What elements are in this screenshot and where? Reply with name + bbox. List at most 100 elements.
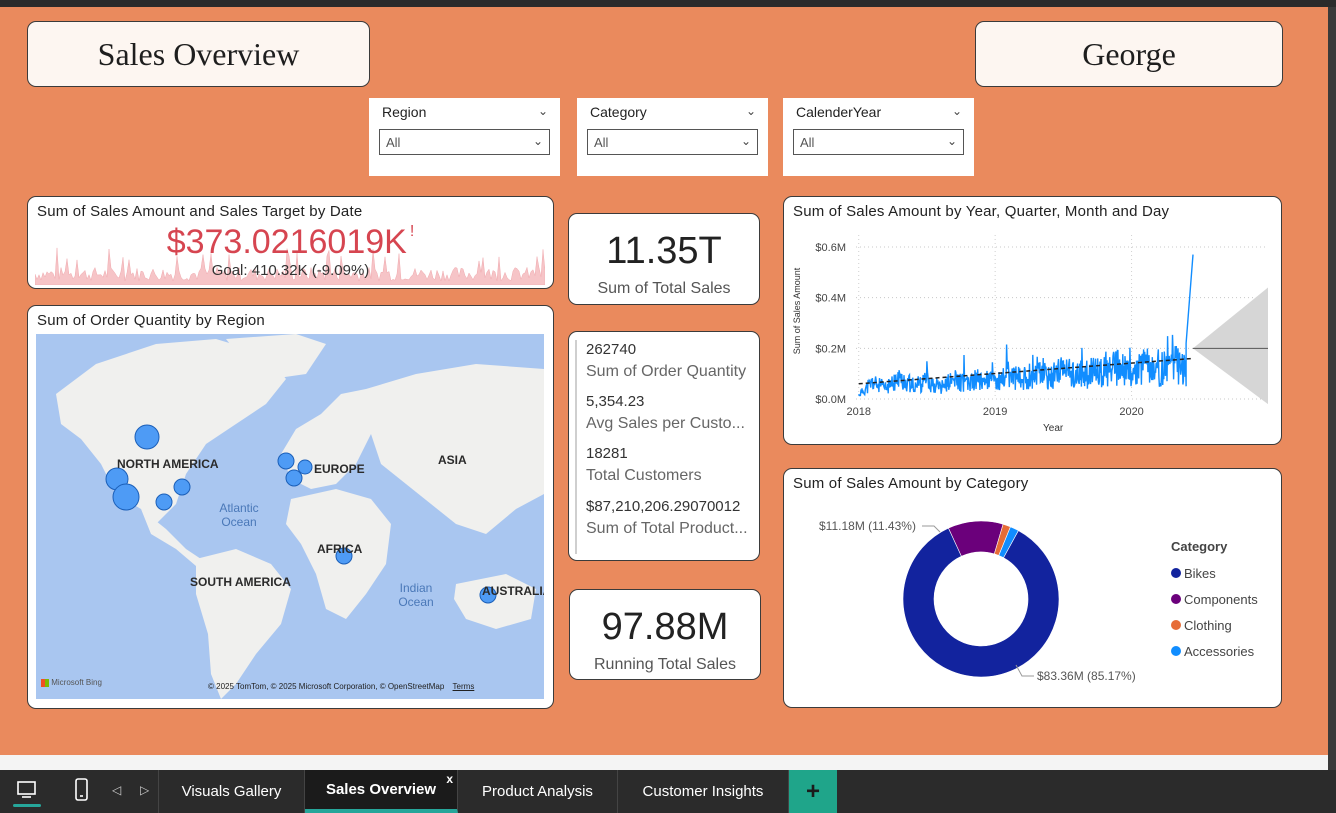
forecast-band [1192,287,1268,405]
y-tick-label: $0.6M [815,242,846,254]
active-view-indicator [13,804,41,807]
map-area[interactable]: NORTH AMERICA EUROPE ASIA AFRICA SOUTH A… [36,334,544,699]
legend-title: Category [1171,539,1228,554]
legend-label: Bikes [1184,565,1216,581]
page-title-text: Sales Overview [97,35,300,72]
chevron-down-icon[interactable]: ⌄ [746,104,756,118]
running-total-value: 97.88M [601,606,729,648]
plus-icon: + [805,777,820,805]
phone-icon [75,778,88,801]
terms-link[interactable]: Terms [453,682,475,691]
card-accent-line [575,340,577,554]
donut-label-top: $11.18M (11.43%) [819,519,916,533]
legend-swatch [1171,620,1181,630]
avg-sales-value: 5,354.23 [586,393,645,410]
slicer-category[interactable]: Category ⌄ All ⌄ [577,98,768,176]
total-sales-label: Sum of Total Sales [597,280,731,297]
map-bubble[interactable] [155,493,173,511]
map-bubble[interactable] [277,452,295,470]
map-bubble[interactable] [134,424,160,450]
map-label-north-america: NORTH AMERICA [117,457,219,471]
scrollbar[interactable] [1328,7,1336,770]
page-title: Sales Overview [27,21,370,87]
total-sales-value: 11.35T [606,230,722,272]
user-name-text: George [1082,35,1176,72]
legend-swatch [1171,646,1181,656]
legend-item[interactable]: Accessories [1171,638,1258,664]
map-bubble[interactable] [297,459,313,475]
line-chart-plot: $0.0M $0.2M $0.4M $0.6M 2018 2019 2020 [815,235,1268,418]
running-total-card[interactable]: 97.88M Running Total Sales [569,589,761,680]
world-map [56,334,544,699]
legend-label: Clothing [1184,617,1232,633]
legend-item[interactable]: Clothing [1171,612,1258,638]
canvas-bottom-strip [0,755,1328,770]
mobile-view-icon[interactable] [70,778,94,804]
map-label-australia: AUSTRALIA [482,584,544,598]
tab-sales-overview[interactable]: Sales Overview x [305,770,458,813]
slicer-label: Category [590,104,647,120]
window-top-edge [0,0,1336,7]
legend-swatch [1171,568,1181,578]
running-total-label: Running Total Sales [593,656,737,673]
chevron-down-icon[interactable]: ⌄ [947,134,957,148]
y-tick-label: $0.0M [815,394,846,406]
add-page-button[interactable]: + [789,770,837,813]
chevron-down-icon[interactable]: ⌄ [538,104,548,118]
map-bubble[interactable] [173,478,191,496]
map-label-africa: AFRICA [317,542,363,556]
y-tick-label: $0.4M [815,293,846,305]
tab-label: Visuals Gallery [181,783,282,800]
tab-customer-insights[interactable]: Customer Insights [618,770,789,813]
desktop-view-icon[interactable] [12,778,42,808]
alert-icon: ! [409,223,415,240]
map-bubble[interactable] [112,483,140,511]
slicer-value: All [594,135,609,150]
windows-icon [41,678,49,687]
map-label-south-america: SOUTH AMERICA [190,575,291,589]
next-page-icon[interactable]: ▷ [140,783,149,797]
y-tick-label: $0.2M [815,343,846,355]
total-sales-card[interactable]: 11.35T Sum of Total Sales [568,213,760,305]
category-donut-chart[interactable]: Sum of Sales Amount by Category $11.18M … [783,468,1282,708]
y-axis-label: Sum of Sales Amount [792,267,802,355]
slicer-dropdown[interactable]: All ⌄ [379,129,550,155]
x-tick-label: 2018 [846,406,870,418]
tab-product-analysis[interactable]: Product Analysis [458,770,618,813]
close-icon[interactable]: x [446,772,453,786]
legend-item[interactable]: Components [1171,586,1258,612]
slicer-value: All [800,135,815,150]
visual-title: Sum of Sales Amount and Sales Target by … [37,203,363,220]
legend-item[interactable]: Bikes [1171,560,1258,586]
slicer-calender-year[interactable]: CalenderYear ⌄ All ⌄ [783,98,974,176]
kpi-value: $373.0216019K! [28,223,553,262]
tab-visuals-gallery[interactable]: Visuals Gallery [158,770,305,813]
x-tick-label: 2020 [1119,406,1143,418]
page-tab-bar: ◁ ▷ Visuals Gallery Sales Overview x Pro… [0,770,1336,813]
slicer-dropdown[interactable]: All ⌄ [793,129,964,155]
slicer-dropdown[interactable]: All ⌄ [587,129,758,155]
legend-label: Components [1184,591,1258,607]
bing-logo-text: Microsoft Bing [51,678,102,687]
user-name-card: George [975,21,1283,87]
order-quantity-value: 262740 [586,341,637,358]
kpi-goal: Goal: 410.32K (-9.09%) [211,262,370,279]
sales-target-kpi[interactable]: Sum of Sales Amount and Sales Target by … [27,196,554,289]
tab-label: Sales Overview [325,781,437,798]
total-customers-value: 18281 [586,445,628,462]
slicer-label: CalenderYear [796,104,882,120]
sales-line-chart[interactable]: Sum of Sales Amount by Year, Quarter, Mo… [783,196,1282,445]
chevron-down-icon[interactable]: ⌄ [533,134,543,148]
label-leader-line [922,525,941,533]
tab-label: Customer Insights [642,783,764,800]
slicer-region[interactable]: Region ⌄ All ⌄ [369,98,560,176]
map-label-indian: Indian Ocean [398,581,434,609]
visual-title: Sum of Sales Amount by Year, Quarter, Mo… [793,203,1170,220]
map-label-asia: ASIA [438,453,467,467]
chevron-down-icon[interactable]: ⌄ [741,134,751,148]
multi-row-card[interactable]: 262740 Sum of Order Quantity 5,354.23 Av… [568,331,760,561]
prev-page-icon[interactable]: ◁ [112,783,121,797]
order-quantity-map[interactable]: Sum of Order Quantity by Region NORTH AM… [27,305,554,709]
map-bubble[interactable] [285,469,303,487]
chevron-down-icon[interactable]: ⌄ [952,104,962,118]
